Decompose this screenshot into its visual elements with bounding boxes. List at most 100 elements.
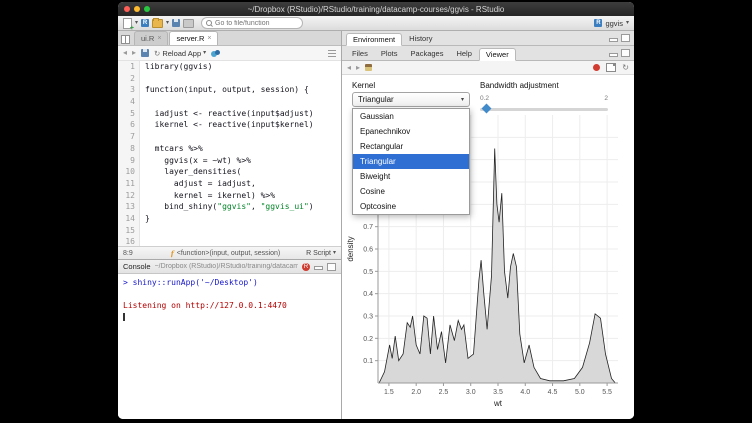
close-tab-icon[interactable]: × (157, 35, 161, 42)
viewer-back-icon[interactable]: ◂ (347, 64, 351, 72)
code-line[interactable]: 5 iadjust <- reactive(input$adjust) (118, 108, 341, 120)
reload-caret-icon[interactable]: ▾ (203, 50, 206, 56)
console-pane: Console ~/Dropbox (RStudio)/RStudio/trai… (118, 260, 341, 419)
line-number: 16 (118, 236, 140, 246)
save-file-icon[interactable] (141, 49, 149, 57)
code-line[interactable]: 2 (118, 73, 341, 85)
forward-icon[interactable]: ▸ (132, 49, 136, 57)
kernel-option-triangular[interactable]: Triangular (353, 154, 469, 169)
tab-packages[interactable]: Packages (405, 47, 450, 60)
reload-app-button[interactable]: ↻ Reload App ▾ (154, 49, 206, 58)
code-text: } (140, 213, 150, 225)
code-area[interactable]: 1library(ggvis)23function(input, output,… (118, 61, 341, 246)
filetype-selector[interactable]: R Script ▾ (306, 250, 336, 257)
viewer-forward-icon[interactable]: ▸ (356, 64, 360, 72)
kernel-option-rectangular[interactable]: Rectangular (353, 139, 469, 154)
scope-label: <function>(input, output, session) (177, 250, 281, 257)
zoom-window-button[interactable] (144, 6, 150, 12)
save-icon (172, 19, 180, 27)
code-line[interactable]: 11 adjust = iadjust, (118, 178, 341, 190)
minimize-console-button[interactable] (314, 266, 323, 270)
console-output[interactable]: > shiny::runApp('~/Desktop') Listening o… (118, 274, 341, 419)
new-project-button[interactable]: R (141, 19, 149, 28)
line-number: 7 (118, 131, 140, 143)
tab-plots[interactable]: Plots (375, 47, 404, 60)
editor-tab-ui.R[interactable]: ui.R× (134, 31, 168, 45)
open-in-new-window-icon[interactable] (606, 63, 616, 72)
slider-max-label: 2 (604, 95, 608, 102)
editor-toolbar: ◂ ▸ ↻ Reload App ▾ (118, 46, 341, 61)
x-tick-label: 3.0 (466, 389, 476, 396)
code-line[interactable]: 1library(ggvis) (118, 61, 341, 73)
x-tick-label: 5.0 (575, 389, 585, 396)
y-tick-label: 0.7 (363, 224, 373, 231)
close-window-button[interactable] (124, 6, 130, 12)
publish-icon[interactable] (211, 50, 220, 57)
code-line[interactable]: 7 (118, 131, 341, 143)
refresh-viewer-icon[interactable]: ↻ (622, 64, 629, 72)
console-cursor (123, 313, 125, 321)
print-button[interactable] (183, 19, 194, 28)
environment-pane-header: EnvironmentHistory (342, 31, 634, 46)
save-button[interactable] (172, 19, 180, 28)
kernel-option-cosine[interactable]: Cosine (353, 184, 469, 199)
y-tick-label: 0.1 (363, 358, 373, 365)
open-file-button[interactable] (152, 19, 163, 28)
titlebar[interactable]: ~/Dropbox (RStudio)/RStudio/training/dat… (118, 2, 634, 16)
new-file-caret-icon[interactable]: ▾ (135, 20, 138, 26)
code-line[interactable]: 6 ikernel <- reactive(input$kernel) (118, 119, 341, 131)
code-line[interactable]: 13 bind_shiny("ggvis", "ggvis_ui") (118, 201, 341, 213)
code-line[interactable]: 16 (118, 236, 341, 246)
minimize-window-button[interactable] (134, 6, 140, 12)
line-number: 11 (118, 178, 140, 190)
code-line[interactable]: 10 layer_densities( (118, 166, 341, 178)
new-file-button[interactable] (123, 19, 132, 28)
cursor-position[interactable]: 8:9 (123, 250, 133, 257)
goto-file-search[interactable] (201, 17, 303, 29)
line-number: 12 (118, 190, 140, 202)
code-line[interactable]: 4 (118, 96, 341, 108)
line-number: 8 (118, 143, 140, 155)
maximize-environment-button[interactable] (621, 34, 630, 42)
tab-environment[interactable]: Environment (346, 33, 402, 46)
kernel-option-optcosine[interactable]: Optcosine (353, 199, 469, 214)
kernel-option-gaussian[interactable]: Gaussian (353, 109, 469, 124)
clear-viewer-icon[interactable] (365, 64, 372, 71)
tab-files[interactable]: Files (346, 47, 374, 60)
minimize-viewer-button[interactable] (609, 53, 618, 57)
code-line[interactable]: 14} (118, 213, 341, 225)
code-text: layer_densities( (140, 166, 241, 178)
stop-app-icon[interactable] (593, 64, 600, 71)
close-tab-icon[interactable]: × (207, 35, 211, 42)
kernel-select-value: Triangular (358, 95, 394, 104)
open-recent-caret-icon[interactable]: ▾ (166, 20, 169, 26)
editor-tab-server.R[interactable]: server.R× (169, 31, 218, 45)
scope-selector[interactable]: f <function>(input, output, session) (171, 249, 302, 258)
show-file-list-icon[interactable] (121, 35, 130, 44)
code-line[interactable]: 12 kernel = ikernel) %>% (118, 190, 341, 202)
minimize-environment-button[interactable] (609, 38, 618, 42)
code-line[interactable]: 3function(input, output, session) { (118, 84, 341, 96)
line-number: 2 (118, 73, 140, 85)
kernel-option-epanechnikov[interactable]: Epanechnikov (353, 124, 469, 139)
reload-app-label: Reload App (162, 49, 201, 58)
back-icon[interactable]: ◂ (123, 49, 127, 57)
kernel-option-biweight[interactable]: Biweight (353, 169, 469, 184)
kernel-select[interactable]: Triangular ▾ (352, 92, 470, 107)
goto-file-input[interactable] (215, 20, 298, 27)
line-number: 4 (118, 96, 140, 108)
console-title[interactable]: Console (123, 262, 151, 271)
code-text (140, 225, 145, 237)
code-line[interactable]: 8 mtcars %>% (118, 143, 341, 155)
code-line[interactable]: 9 ggvis(x = ~wt) %>% (118, 155, 341, 167)
maximize-console-button[interactable] (327, 263, 336, 271)
code-line[interactable]: 15 (118, 225, 341, 237)
tab-history[interactable]: History (403, 32, 438, 45)
project-menu-button[interactable]: R ggvis ▾ (594, 19, 629, 28)
y-tick-label: 0.6 (363, 247, 373, 254)
tab-viewer[interactable]: Viewer (479, 48, 516, 61)
console-working-directory: ~/Dropbox (RStudio)/RStudio/training/dat… (155, 263, 298, 270)
document-outline-icon[interactable] (328, 50, 336, 57)
maximize-viewer-button[interactable] (621, 49, 630, 57)
tab-help[interactable]: Help (450, 47, 477, 60)
